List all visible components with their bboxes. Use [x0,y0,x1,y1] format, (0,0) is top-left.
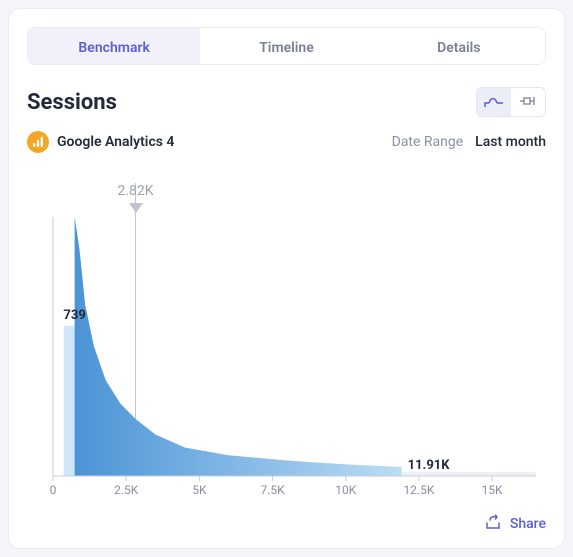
x-tick-label: 10K [335,483,356,497]
meta-row: Google Analytics 4 Date Range Last month [27,131,546,153]
share-icon [484,514,502,534]
data-source-name: Google Analytics 4 [57,134,174,150]
data-source: Google Analytics 4 [27,131,174,153]
view-toggle [476,87,546,117]
tab-timeline[interactable]: Timeline [200,28,372,64]
my-value-label: 739 [63,308,85,323]
tabs: BenchmarkTimelineDetails [27,27,546,65]
peer-max-label: 11.91K [408,458,450,473]
page-title: Sessions [27,90,117,115]
x-tick-label: 0 [50,483,57,497]
x-tick-label: 2.5K [114,483,139,497]
footer: Share [27,514,546,534]
marker-triangle-icon [129,203,143,213]
chart-svg: 0 2.5K 5K 7.5K 10K 12.5K 15K [27,183,546,504]
distribution-view-button[interactable] [477,88,511,116]
ga4-icon [27,131,49,153]
share-button[interactable]: Share [484,514,546,534]
distribution-area [75,217,402,476]
card: BenchmarkTimelineDetails Sessions [8,8,565,549]
x-tick-label: 12.5K [403,483,434,497]
date-range-value: Last month [475,134,546,150]
marker-label: 2.82K [118,183,154,199]
header-row: Sessions [27,87,546,117]
x-tick-label: 7.5K [260,483,285,497]
boxplot-icon [518,93,538,112]
share-label: Share [510,516,546,532]
date-range[interactable]: Date Range Last month [392,134,546,150]
x-tick-label: 5K [192,483,207,497]
x-tick-label: 15K [482,483,503,497]
tab-benchmark[interactable]: Benchmark [28,28,200,64]
chart: 0 2.5K 5K 7.5K 10K 12.5K 15K 2.82K 739 11.91K [27,183,546,508]
distribution-icon [484,93,504,112]
date-range-label: Date Range [392,134,464,150]
tab-details[interactable]: Details [373,28,545,64]
boxplot-view-button[interactable] [511,88,545,116]
